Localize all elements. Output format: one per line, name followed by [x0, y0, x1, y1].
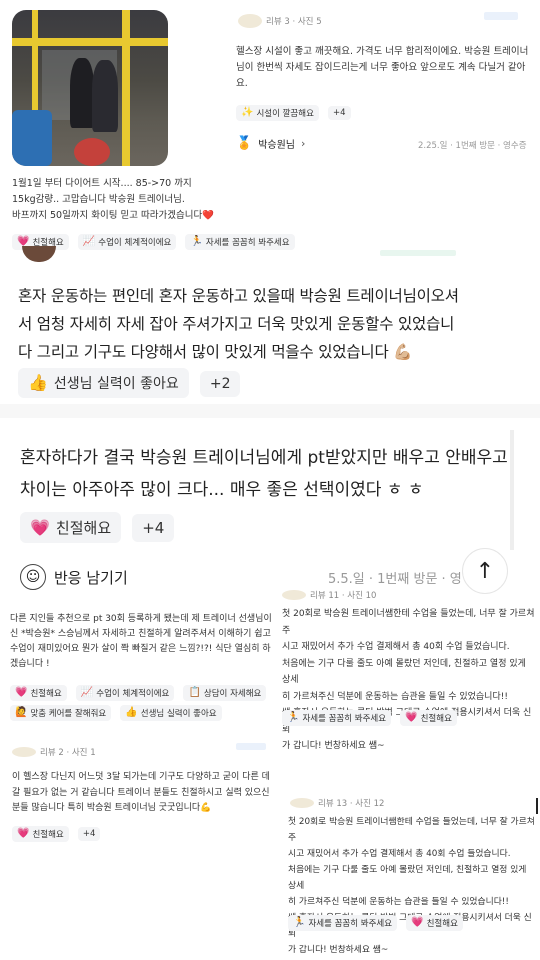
chip-more[interactable]: +4 — [328, 106, 351, 120]
runner-icon: 🏃 — [287, 712, 300, 723]
thumb-icon: 👍 — [28, 373, 48, 392]
person-icon: 🙋 — [15, 707, 28, 718]
review-text: 이 헬스장 다닌지 어느덧 3달 되가는데 기구도 다양하고 굳이 다른 데 갈… — [12, 772, 270, 813]
review-meta: 리뷰 11 · 사진 10 — [310, 591, 377, 601]
sparkle-icon: ✨ — [241, 107, 254, 118]
chip: 🏃 자세를 꼼꼼히 봐주세요 — [288, 915, 398, 931]
review-date: 5.5.일 · 1번째 방문 · 영 — [328, 572, 462, 587]
badge — [236, 743, 266, 750]
review-header: 리뷰 11 · 사진 10 — [282, 589, 376, 601]
heart-icon: 💗 — [17, 828, 30, 839]
chip: 🙋 맞춤 케어를 잘해줘요 — [10, 705, 112, 721]
chip: 💗 친절해요 — [406, 915, 463, 931]
avatar — [22, 246, 56, 262]
review-text: 첫 20회로 박승원 트레이너쌤한테 수업을 들었는데, 너무 잘 가르쳐주 시… — [288, 817, 535, 955]
medal-icon: 🏅 — [236, 136, 253, 151]
review-chips: 💗 친절해요 📈 수업이 체계적이에요 📋 상담이 자세해요 — [10, 680, 270, 701]
review-text: 첫 20회로 박승원 트레이너쌤한테 수업을 들었는데, 너무 잘 가르쳐주 시… — [282, 609, 535, 751]
chip: 💗 친절해요 — [10, 685, 67, 701]
review-chips: 🏃 자세를 꼼꼼히 봐주세요 💗 친절해요 — [288, 910, 467, 931]
arrow-up-icon: ↑ — [475, 558, 495, 584]
runner-icon: 🏃 — [190, 236, 203, 247]
chip: 🏃 자세를 꼼꼼히 봐주세요 — [282, 710, 392, 726]
review-header: 리뷰 3 · 사진 5 — [238, 14, 322, 28]
review-meta: 리뷰 2 · 사진 1 — [40, 748, 96, 758]
avatar — [290, 798, 314, 808]
avatar — [12, 747, 36, 757]
chip-more[interactable]: +2 — [199, 371, 241, 397]
review-meta: 리뷰 13 · 사진 12 — [318, 799, 385, 809]
chip: 📈 수업이 체계적이에요 — [77, 234, 177, 250]
review-text: 헬스장 시설이 좋고 깨끗해요. 가격도 너무 합리적이에요. 박승원 트레이너… — [236, 46, 529, 89]
review-chips: 🙋 맞춤 케어를 잘해줘요 👍 선생님 실력이 좋아요 — [10, 700, 226, 721]
review-header: 리뷰 13 · 사진 12 — [290, 797, 384, 809]
badge — [380, 250, 456, 256]
thumb-icon: 👍 — [125, 707, 138, 718]
smile-icon: ☺ — [20, 564, 46, 590]
chip: 👍 선생님 실력이 좋아요 — [18, 368, 189, 398]
review-chips: 👍 선생님 실력이 좋아요 +2 — [18, 368, 246, 398]
review-meta: 리뷰 3 · 사진 5 — [266, 17, 322, 27]
badge — [484, 12, 518, 20]
review-text: 혼자하다가 결국 박승원 트레이너님에게 pt받았지만 배우고 안배우고 차이는… — [20, 448, 508, 500]
chip: 💗 친절해요 — [400, 710, 457, 726]
heart-icon: 💗 — [15, 687, 28, 698]
heart-icon: 💗 — [405, 712, 418, 723]
reaction-button[interactable]: ☺ 반응 남기기 — [20, 564, 128, 590]
chip: 💗 친절해요 — [12, 826, 69, 842]
review-chips: 💗 친절해요 +4 — [20, 512, 180, 543]
review-text: 다른 지인들 추천으로 pt 30회 등록하게 됐는데 제 트레이너 선생님이 … — [10, 614, 272, 669]
chip: 💗 친절해요 — [20, 512, 122, 543]
review-chips: 💗 친절해요 +4 — [12, 821, 104, 842]
chip: 📈 수업이 체계적이에요 — [75, 685, 175, 701]
review-chips: ✨ 시설이 깔끔해요 +4 — [236, 100, 355, 121]
heart-icon: 💗 — [411, 917, 424, 928]
chip-more[interactable]: +4 — [132, 513, 175, 542]
chip: 📋 상담이 자세해요 — [183, 685, 267, 701]
chart-icon: 📈 — [80, 687, 94, 698]
chip: 👍 선생님 실력이 좋아요 — [120, 705, 222, 721]
scroll-marker — [536, 798, 538, 814]
chip-more[interactable]: +4 — [77, 827, 101, 841]
clipboard-icon: 📋 — [188, 687, 201, 698]
runner-icon: 🏃 — [293, 917, 306, 928]
avatar — [282, 590, 306, 600]
review-photo[interactable] — [12, 10, 168, 166]
trainer-link[interactable]: 🏅 박승원님 › — [236, 136, 305, 151]
review-header: 리뷰 2 · 사진 1 — [12, 746, 96, 758]
review-chips: 🏃 자세를 꼼꼼히 봐주세요 💗 친절해요 — [282, 705, 461, 726]
chart-icon: 📈 — [82, 236, 96, 247]
heart-icon: 💗 — [30, 517, 50, 537]
review-text: 1월1일 부터 다이어트 시작.... 85->70 까지 15kg감량.. 고… — [12, 178, 215, 221]
chip: 🏃 자세를 꼼꼼히 봐주세요 — [185, 234, 295, 250]
divider — [0, 404, 540, 418]
review-text: 혼자 운동하는 편인데 혼자 운동하고 있을때 박승원 트레이너님이오셔 서 엄… — [18, 287, 459, 361]
scroll-top-button[interactable]: ↑ — [462, 548, 508, 594]
chip: ✨ 시설이 깔끔해요 — [236, 105, 319, 121]
avatar — [238, 14, 262, 28]
review-date: 2.25.일 · 1번째 방문 · 영수증 — [418, 141, 527, 151]
